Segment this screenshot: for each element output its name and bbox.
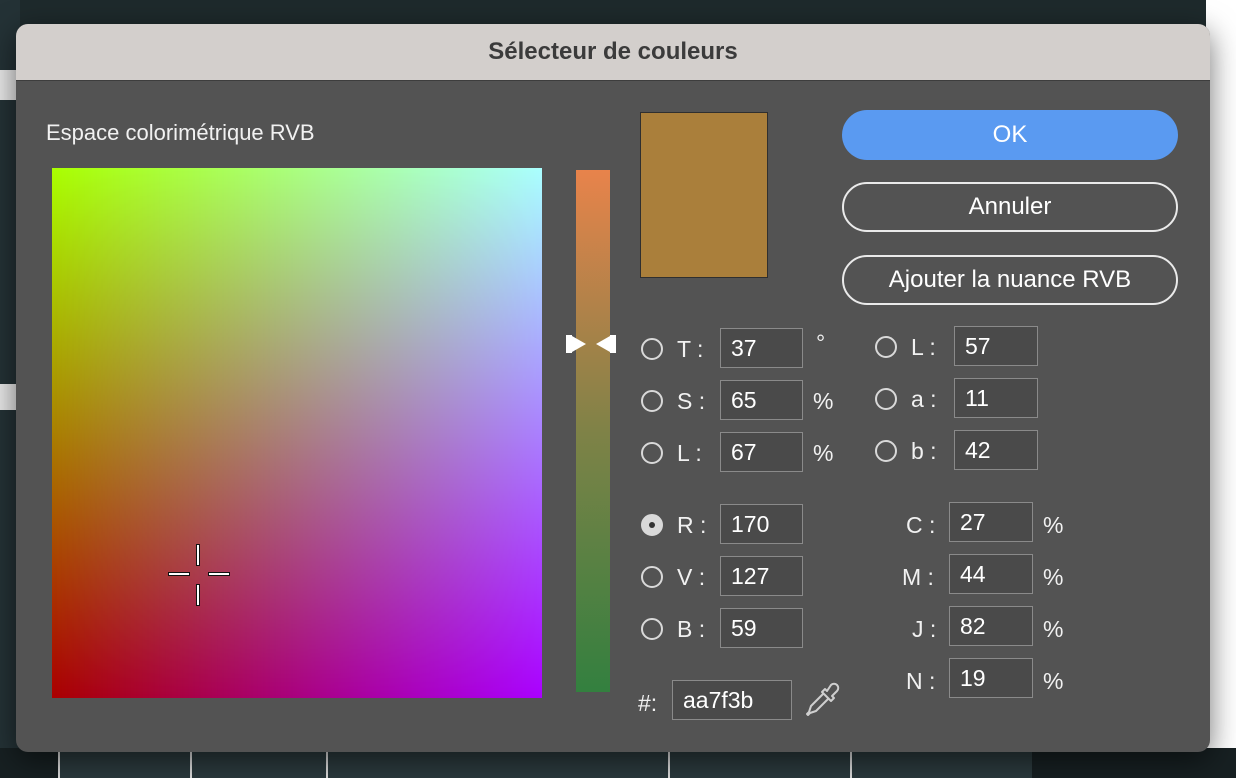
background-thumbnail (850, 752, 1032, 778)
background-thumbnail (326, 752, 668, 778)
yellow-label: J : (912, 616, 937, 642)
radio-saturation[interactable] (641, 390, 663, 412)
background-thumbnail (190, 752, 326, 778)
magenta-label: M : (902, 564, 934, 590)
slider-handle-left-arrow[interactable] (572, 336, 586, 352)
radio-lab-l[interactable] (875, 336, 897, 358)
blue-input[interactable]: 59 (720, 608, 803, 648)
radio-lab-b[interactable] (875, 440, 897, 462)
lab-a-input[interactable]: 11 (954, 378, 1038, 418)
lab-b-label: b : (911, 438, 937, 464)
hue-input[interactable]: 37 (720, 328, 803, 368)
lab-b-input[interactable]: 42 (954, 430, 1038, 470)
title-bar[interactable]: Sélecteur de couleurs (16, 24, 1210, 81)
ok-button[interactable]: OK (842, 110, 1178, 160)
cyan-unit: % (1043, 512, 1064, 538)
color-picker-dialog: Sélecteur de couleurs Espace colorimétri… (16, 24, 1210, 752)
red-label: R : (677, 512, 707, 538)
eyedropper-icon[interactable] (802, 680, 842, 720)
hex-input[interactable]: aa7f3b (672, 680, 792, 720)
lightness-unit: % (813, 440, 834, 466)
hue-unit: ° (816, 330, 826, 356)
radio-lab-a[interactable] (875, 388, 897, 410)
saturation-label: S : (677, 388, 706, 414)
color-space-label: Espace colorimétrique RVB (46, 120, 315, 145)
add-rgb-swatch-button[interactable]: Ajouter la nuance RVB (842, 255, 1178, 305)
red-input[interactable]: 170 (720, 504, 803, 544)
lab-l-label: L : (911, 334, 936, 360)
background-thumbnail (58, 752, 190, 778)
background-app-right (1206, 0, 1236, 778)
hex-label: #: (638, 690, 658, 716)
yellow-input[interactable]: 82 (949, 606, 1033, 646)
yellow-unit: % (1043, 616, 1064, 642)
lab-a-label: a : (911, 386, 937, 412)
green-input[interactable]: 127 (720, 556, 803, 596)
dialog-title: Sélecteur de couleurs (488, 38, 738, 65)
slider-handle-right[interactable] (610, 335, 616, 353)
cyan-input[interactable]: 27 (949, 502, 1033, 542)
magenta-unit: % (1043, 564, 1064, 590)
magenta-input[interactable]: 44 (949, 554, 1033, 594)
green-label: V : (677, 564, 706, 590)
cancel-button[interactable]: Annuler (842, 182, 1178, 232)
radio-green[interactable] (641, 566, 663, 588)
black-unit: % (1043, 668, 1064, 694)
lab-l-input[interactable]: 57 (954, 326, 1038, 366)
radio-hue[interactable] (641, 338, 663, 360)
color-field-gradient-overlay (52, 168, 542, 698)
hue-label: T : (677, 336, 704, 362)
current-color-swatch (640, 112, 768, 278)
radio-blue[interactable] (641, 618, 663, 640)
saturation-unit: % (813, 388, 834, 414)
cyan-label: C : (906, 512, 936, 538)
slider-handle-right-arrow[interactable] (596, 336, 610, 352)
black-input[interactable]: 19 (949, 658, 1033, 698)
saturation-input[interactable]: 65 (720, 380, 803, 420)
lightness-label: L : (677, 440, 702, 466)
radio-red[interactable] (641, 514, 663, 536)
color-field[interactable] (52, 168, 542, 698)
color-slider[interactable] (576, 170, 610, 692)
radio-lightness[interactable] (641, 442, 663, 464)
background-thumbnail (668, 752, 850, 778)
lightness-input[interactable]: 67 (720, 432, 803, 472)
blue-label: B : (677, 616, 706, 642)
black-label: N : (906, 668, 936, 694)
